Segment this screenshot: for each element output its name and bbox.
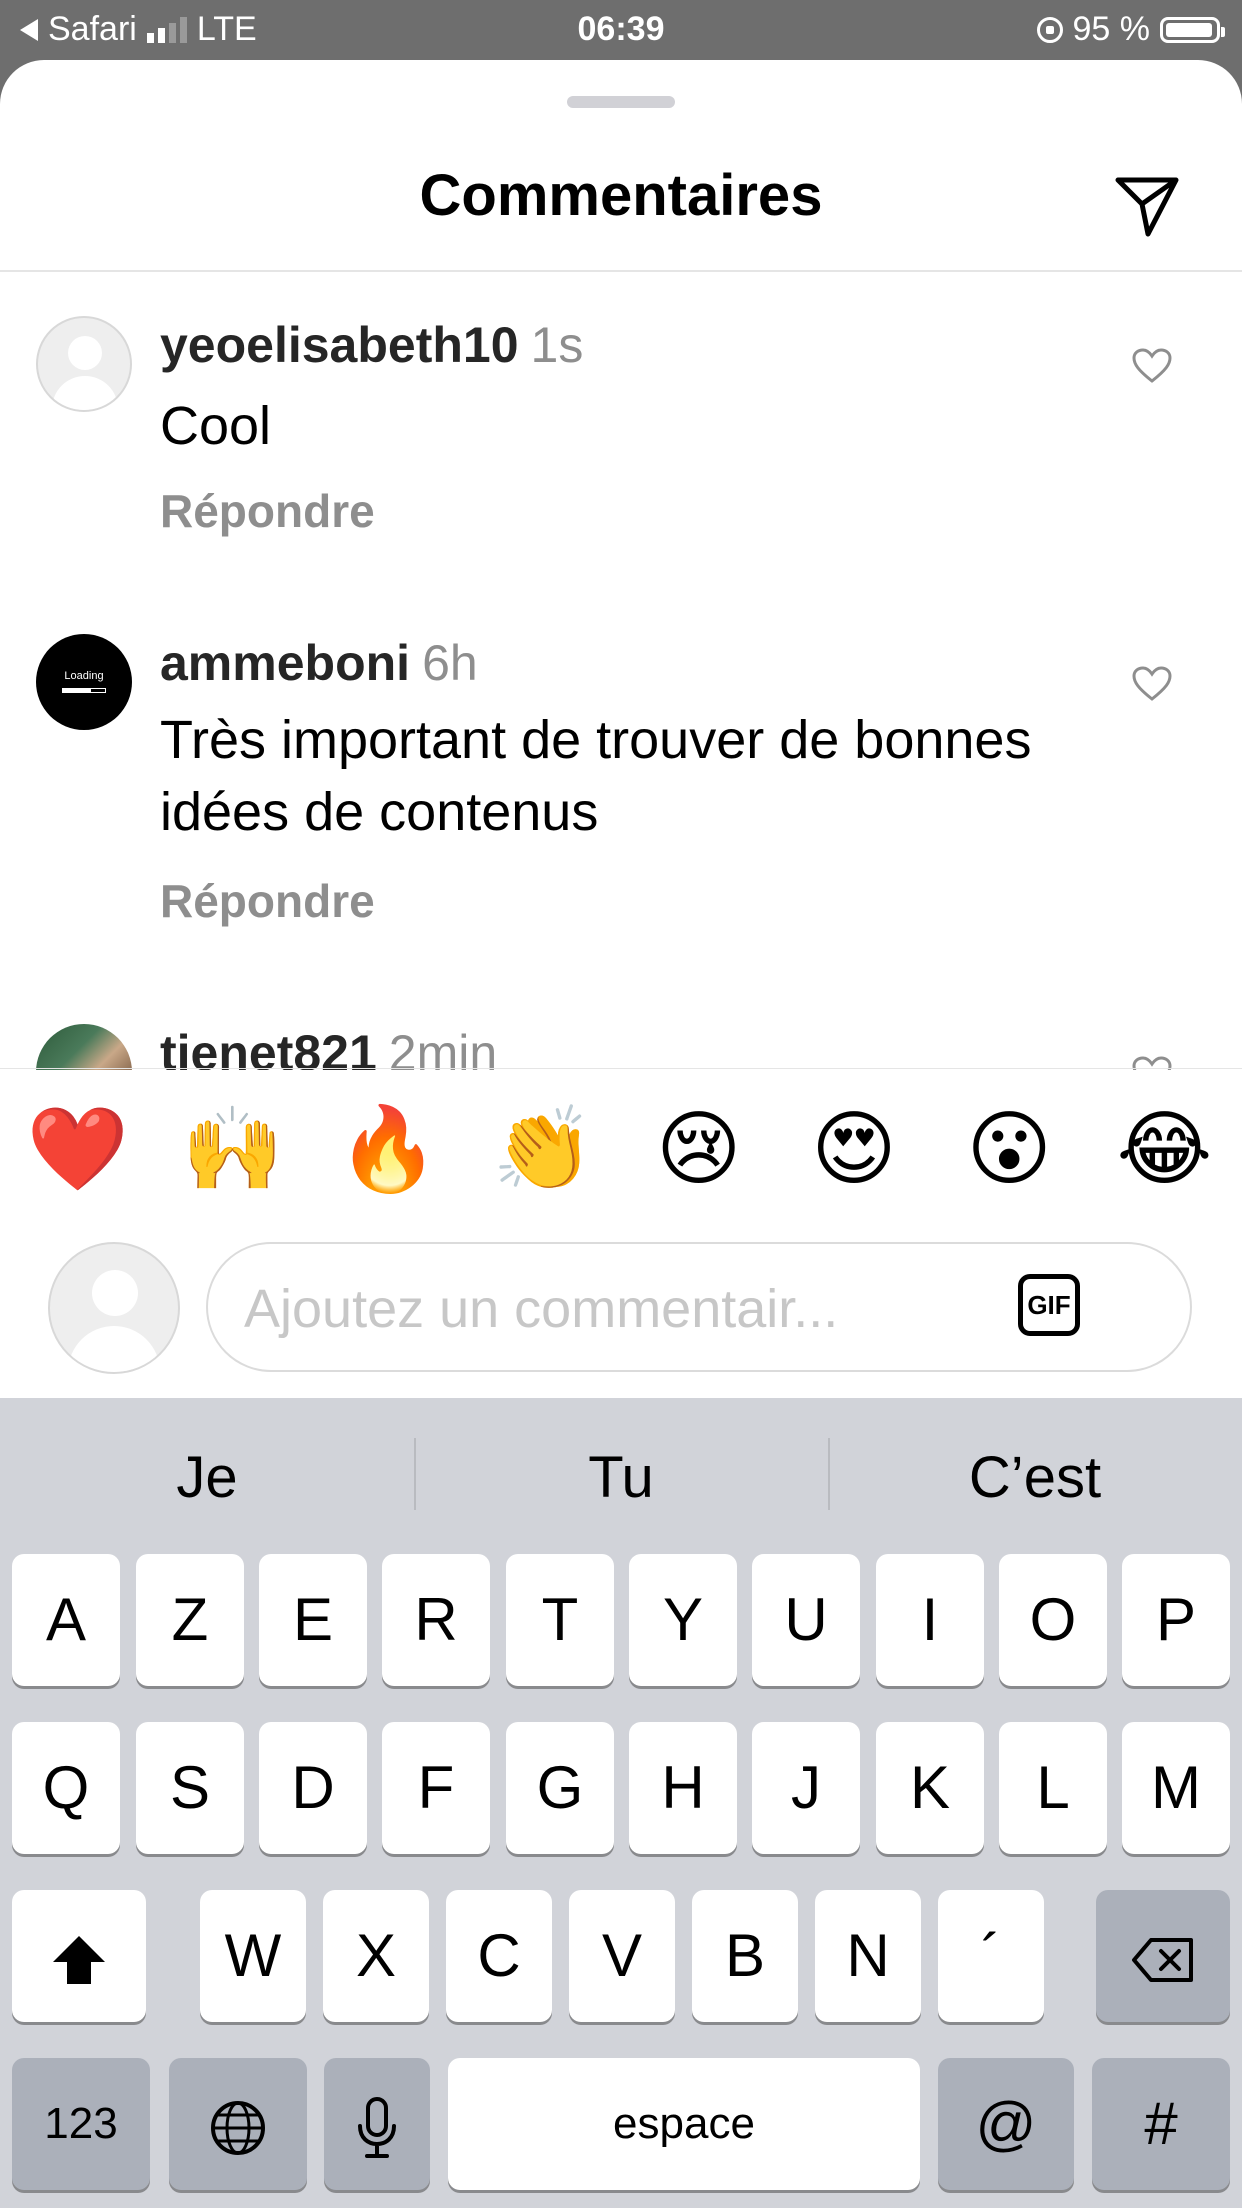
- battery-icon: [1160, 16, 1225, 43]
- emoji-heart[interactable]: ❤️: [4, 1100, 152, 1200]
- key-i[interactable]: I: [876, 1554, 984, 1686]
- numbers-key[interactable]: 123: [12, 2058, 150, 2190]
- comments-sheet: Commentaires yeoelisabeth10 1s Cool Répon…: [0, 60, 1242, 1398]
- emoji-laughing[interactable]: 😂: [1090, 1100, 1238, 1200]
- key-o[interactable]: O: [999, 1554, 1107, 1686]
- emoji-surprised[interactable]: 😮: [935, 1100, 1083, 1200]
- avatar-loading-text: Loading: [64, 670, 104, 682]
- key-w[interactable]: W: [200, 1890, 306, 2022]
- key-r[interactable]: R: [382, 1554, 490, 1686]
- key-b[interactable]: B: [692, 1890, 798, 2022]
- comment-placeholder: Ajoutez un commentair...: [244, 1279, 839, 1339]
- globe-icon: [211, 2101, 265, 2156]
- page-title: Commentaires: [419, 163, 823, 228]
- comment-username[interactable]: yeoelisabeth10: [160, 317, 519, 373]
- dictation-key[interactable]: [324, 2058, 430, 2190]
- send-icon[interactable]: [1112, 170, 1182, 240]
- comment-text: Cool: [160, 396, 272, 456]
- comment-time: 1s: [530, 317, 584, 373]
- keyboard: Je Tu C’est A Z E R T Y U I O P Q S D F …: [0, 1398, 1242, 2208]
- emoji-raised-hands[interactable]: 🙌: [159, 1100, 307, 1200]
- battery-percent: 95 %: [1072, 10, 1151, 48]
- key-y[interactable]: Y: [629, 1554, 737, 1686]
- key-p[interactable]: P: [1122, 1554, 1230, 1686]
- emoji-crying[interactable]: 😢: [625, 1100, 773, 1200]
- key-v[interactable]: V: [569, 1890, 675, 2022]
- reply-button[interactable]: Répondre: [160, 874, 375, 928]
- key-k[interactable]: K: [876, 1722, 984, 1854]
- heart-icon[interactable]: [1132, 666, 1172, 702]
- backspace-key[interactable]: [1096, 1890, 1230, 2022]
- key-m[interactable]: M: [1122, 1722, 1230, 1854]
- emoji-clap[interactable]: 👏: [469, 1100, 617, 1200]
- sheet-grabber[interactable]: [567, 96, 675, 108]
- globe-key[interactable]: [169, 2058, 307, 2190]
- suggestion-item[interactable]: C’est: [828, 1398, 1242, 1548]
- key-q[interactable]: Q: [12, 1722, 120, 1854]
- status-right: 95 %: [1036, 10, 1225, 49]
- emoji-bar-divider: [0, 1068, 1242, 1069]
- comment-text: Très important de trouver de bonnes idée…: [160, 710, 1032, 842]
- hash-key[interactable]: #: [1092, 2058, 1230, 2190]
- avatar[interactable]: Loading: [36, 634, 132, 730]
- emoji-bar: ❤️ 🙌 🔥 👏 😢 😍 😮 😂: [0, 1100, 1242, 1200]
- status-bar: Safari LTE 06:39 95 %: [0, 0, 1242, 60]
- emoji-heart-eyes[interactable]: 😍: [780, 1100, 928, 1200]
- shift-key[interactable]: [12, 1890, 146, 2022]
- key-j[interactable]: J: [752, 1722, 860, 1854]
- shift-icon: [53, 1936, 105, 1985]
- suggestion-item[interactable]: Je: [0, 1398, 414, 1548]
- backspace-icon: [1132, 1938, 1193, 1983]
- key-x[interactable]: X: [323, 1890, 429, 2022]
- key-f[interactable]: F: [382, 1722, 490, 1854]
- key-z[interactable]: Z: [136, 1554, 244, 1686]
- key-d[interactable]: D: [259, 1722, 367, 1854]
- at-key[interactable]: @: [938, 2058, 1074, 2190]
- gif-button[interactable]: GIF: [1018, 1274, 1080, 1336]
- key-a[interactable]: A: [12, 1554, 120, 1686]
- key-u[interactable]: U: [752, 1554, 860, 1686]
- comment-input[interactable]: Ajoutez un commentair... GIF: [206, 1242, 1192, 1372]
- key-accent[interactable]: ´: [938, 1890, 1044, 2022]
- key-n[interactable]: N: [815, 1890, 921, 2022]
- header-divider: [0, 270, 1242, 272]
- key-s[interactable]: S: [136, 1722, 244, 1854]
- key-l[interactable]: L: [999, 1722, 1107, 1854]
- space-key[interactable]: espace: [448, 2058, 920, 2190]
- key-t[interactable]: T: [506, 1554, 614, 1686]
- comment-composer: Ajoutez un commentair... GIF: [0, 1242, 1242, 1392]
- key-c[interactable]: C: [446, 1890, 552, 2022]
- orientation-lock-icon: [1036, 16, 1063, 43]
- comment-time: 6h: [422, 635, 478, 691]
- avatar[interactable]: [36, 316, 132, 412]
- suggestion-bar: Je Tu C’est: [0, 1398, 1242, 1548]
- comment-username[interactable]: ammeboni: [160, 635, 410, 691]
- emoji-fire[interactable]: 🔥: [314, 1100, 462, 1200]
- heart-icon[interactable]: [1132, 348, 1172, 384]
- reply-button[interactable]: Répondre: [160, 484, 375, 538]
- suggestion-item[interactable]: Tu: [414, 1398, 828, 1548]
- my-avatar: [48, 1242, 180, 1374]
- key-e[interactable]: E: [259, 1554, 367, 1686]
- key-g[interactable]: G: [506, 1722, 614, 1854]
- microphone-icon: [358, 2097, 396, 2159]
- key-h[interactable]: H: [629, 1722, 737, 1854]
